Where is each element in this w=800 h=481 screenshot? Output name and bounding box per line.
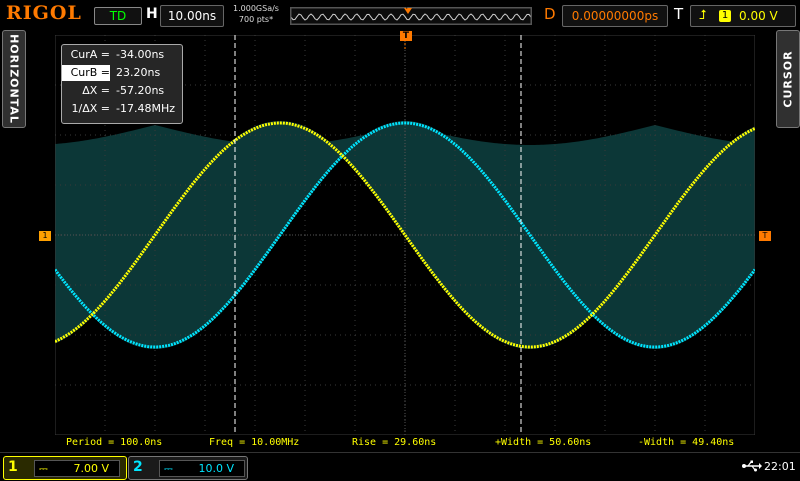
inverse-delta-x-value: -17.48MHz xyxy=(116,102,175,115)
dc-coupling-icon: ⎓ xyxy=(164,462,173,475)
rising-edge-icon: ⮥ xyxy=(699,8,707,23)
cursor-a-label: CurA = xyxy=(70,48,110,61)
channel-1-settings: ⎓ 7.00 V xyxy=(34,460,120,477)
delta-x-value: -57.20ns xyxy=(116,84,165,97)
cursor-a-value: -34.00ns xyxy=(116,48,165,61)
top-status-bar: RIGOL TD H 10.00ns 1.000GSa/s 700 pts* T… xyxy=(0,0,800,30)
brand-logo: RIGOL xyxy=(6,2,82,24)
delta-x-label: ΔX = xyxy=(82,84,110,97)
trigger-settings[interactable]: ⮥ 1 0.00 V xyxy=(690,5,796,27)
channel-2-settings: ⎓ 10.0 V xyxy=(159,460,245,477)
channel-2-number: 2 xyxy=(133,459,143,475)
run-state-indicator[interactable]: TD xyxy=(94,7,142,25)
delay-label: D xyxy=(544,5,556,23)
memory-trigger-marker: T xyxy=(405,4,409,11)
channel-1-button[interactable]: 1 ⎓ 7.00 V xyxy=(3,456,127,480)
channel-1-number: 1 xyxy=(8,459,18,475)
measurement-negative-width[interactable]: -Width = 49.40ns xyxy=(638,437,734,448)
dc-coupling-icon: ⎓ xyxy=(39,462,48,475)
inverse-delta-x-label: 1/ΔX = xyxy=(71,102,110,115)
cursor-tab-label: CURSOR xyxy=(781,50,795,108)
channel-2-button[interactable]: 2 ⎓ 10.0 V xyxy=(128,456,248,480)
system-clock: 22:01 xyxy=(764,460,796,473)
channel-1-scale: 7.00 V xyxy=(73,462,109,475)
timebase-value[interactable]: 10.00ns xyxy=(160,5,224,27)
timebase-label: H xyxy=(146,6,158,22)
sample-rate-readout: 1.000GSa/s 700 pts* xyxy=(226,3,286,25)
usb-icon xyxy=(742,460,762,472)
measurement-positive-width[interactable]: +Width = 50.60ns xyxy=(495,437,591,448)
trigger-level-marker[interactable]: T xyxy=(759,231,771,241)
memory-overview-icon xyxy=(291,8,531,24)
memory-depth: 700 pts* xyxy=(238,15,274,24)
measurement-bar: Period = 100.0ns Freq = 10.00MHz Rise = … xyxy=(0,437,800,451)
sample-rate: 1.000GSa/s xyxy=(233,4,279,13)
trigger-level: 0.00 V xyxy=(739,9,778,23)
measurement-rise[interactable]: Rise = 29.60ns xyxy=(352,437,436,448)
ch1-offset-marker[interactable]: 1 xyxy=(39,231,51,241)
horizontal-delay[interactable]: 0.00000000ps xyxy=(562,5,668,27)
trigger-source: 1 xyxy=(719,10,731,22)
memory-window: T xyxy=(290,4,532,25)
horizontal-tab[interactable]: HORIZONTAL xyxy=(2,30,26,128)
trigger-position-marker[interactable]: T xyxy=(400,31,412,41)
measurement-frequency[interactable]: Freq = 10.00MHz xyxy=(209,437,299,448)
horizontal-tab-label: HORIZONTAL xyxy=(7,34,21,124)
measurement-period[interactable]: Period = 100.0ns xyxy=(66,437,162,448)
channel-2-scale: 10.0 V xyxy=(198,462,234,475)
cursor-b-value: 23.20ns xyxy=(116,66,161,79)
cursor-tab[interactable]: CURSOR xyxy=(776,30,800,128)
cursor-b-label[interactable]: CurB = xyxy=(62,65,110,81)
cursor-readout-panel: CurA = -34.00ns CurB = 23.20ns ΔX = -57.… xyxy=(61,44,183,124)
trigger-label: T xyxy=(674,5,684,23)
bottom-status-bar: 1 ⎓ 7.00 V 2 ⎓ 10.0 V 22:01 xyxy=(0,452,800,481)
